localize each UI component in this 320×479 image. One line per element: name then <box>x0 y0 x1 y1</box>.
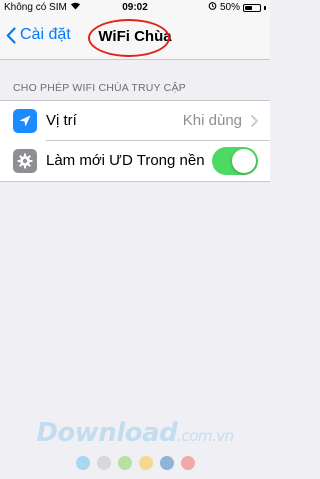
navigation-bar: Cài đặt WiFi Chùa <box>0 16 270 60</box>
title-highlight-ellipse <box>88 19 170 57</box>
download-watermark-logo: Download.com.vn <box>0 418 270 448</box>
location-label: Vị trí <box>46 112 77 129</box>
battery-fill <box>245 6 252 10</box>
battery-percent: 50% <box>219 2 240 13</box>
background-refresh-toggle[interactable] <box>212 147 258 175</box>
watermark-dot <box>138 456 153 470</box>
battery-icon <box>243 4 261 12</box>
gear-icon <box>13 149 37 173</box>
watermark-dot <box>180 456 195 470</box>
location-arrow-icon <box>13 109 37 133</box>
watermark-dot <box>96 456 111 470</box>
alarm-icon <box>208 0 217 16</box>
toggle-knob <box>232 149 256 173</box>
chevron-right-icon <box>251 115 258 127</box>
watermark-dot <box>75 456 90 470</box>
background-refresh-label: Làm mới ƯD Trong nền <box>46 152 205 169</box>
section-header: CHO PHÉP WIFI CHÙA TRUY CẬP <box>13 82 186 94</box>
status-right: 50% <box>208 0 266 16</box>
settings-group: Vị trí Khi dùng Làm mới ƯD Trong nền <box>0 100 270 182</box>
location-row[interactable]: Vị trí Khi dùng <box>0 101 270 141</box>
watermark-dot <box>117 456 132 470</box>
status-bar: Không có SIM 09:02 50% <box>0 0 270 16</box>
watermark-suffix: .com.vn <box>177 427 234 445</box>
location-value: Khi dùng <box>182 112 242 129</box>
watermark-text: Download <box>36 418 178 448</box>
watermark-dot <box>159 456 174 470</box>
watermark-dots <box>0 456 270 470</box>
background-refresh-row: Làm mới ƯD Trong nền <box>0 141 270 181</box>
battery-cap <box>264 6 266 10</box>
